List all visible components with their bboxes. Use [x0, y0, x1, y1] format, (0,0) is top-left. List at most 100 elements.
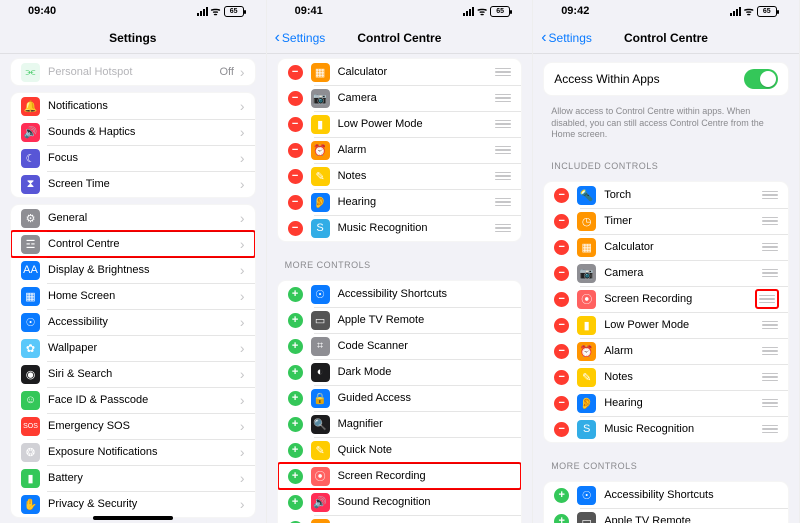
link-icon: ⫘ — [21, 63, 40, 82]
row-accessibility-shortcuts[interactable]: + ☉ Accessibility Shortcuts — [544, 482, 788, 508]
home-indicator[interactable] — [93, 516, 173, 520]
remove-button[interactable]: − — [554, 318, 569, 333]
remove-button[interactable]: − — [288, 169, 303, 184]
row-notifications[interactable]: 🔔 Notifications › — [11, 93, 255, 119]
row-control-centre[interactable]: ☲ Control Centre › — [11, 231, 255, 257]
row-music-recognition[interactable]: − S Music Recognition — [278, 215, 522, 241]
row-camera[interactable]: − 📷 Camera — [278, 85, 522, 111]
toggle-access-within-apps[interactable] — [744, 69, 778, 89]
add-button[interactable]: + — [288, 365, 303, 380]
drag-handle-icon[interactable] — [762, 319, 778, 331]
row-siri-search[interactable]: ◉ Siri & Search › — [11, 361, 255, 387]
row-display-brightness[interactable]: AA Display & Brightness › — [11, 257, 255, 283]
add-button[interactable]: + — [288, 391, 303, 406]
add-button[interactable]: + — [288, 417, 303, 432]
row-timer[interactable]: − ◷ Timer — [544, 208, 788, 234]
add-button[interactable]: + — [288, 495, 303, 510]
remove-button[interactable]: − — [288, 91, 303, 106]
add-button[interactable]: + — [288, 287, 303, 302]
drag-handle-icon[interactable] — [762, 397, 778, 409]
drag-handle-icon[interactable] — [495, 196, 511, 208]
row-screen-recording[interactable]: − ⦿ Screen Recording — [544, 286, 788, 312]
row-apple-tv-remote[interactable]: + ▭ Apple TV Remote — [544, 508, 788, 523]
row-alarm[interactable]: − ⏰ Alarm — [544, 338, 788, 364]
drag-handle-icon[interactable] — [756, 290, 778, 308]
remove-button[interactable]: − — [554, 292, 569, 307]
row-music-recognition[interactable]: − S Music Recognition — [544, 416, 788, 442]
row-notes[interactable]: − ✎ Notes — [278, 163, 522, 189]
drag-handle-icon[interactable] — [495, 170, 511, 182]
row-low-power-mode[interactable]: − ▮ Low Power Mode — [544, 312, 788, 338]
add-button[interactable]: + — [554, 488, 569, 503]
row-camera[interactable]: − 📷 Camera — [544, 260, 788, 286]
row-exposure-notifications[interactable]: ❂ Exposure Notifications › — [11, 439, 255, 465]
drag-handle-icon[interactable] — [762, 241, 778, 253]
drag-handle-icon[interactable] — [762, 189, 778, 201]
drag-handle-icon[interactable] — [762, 345, 778, 357]
drag-handle-icon[interactable] — [762, 215, 778, 227]
drag-handle-icon[interactable] — [762, 423, 778, 435]
row-alarm[interactable]: − ⏰ Alarm — [278, 137, 522, 163]
remove-button[interactable]: − — [554, 214, 569, 229]
remove-button[interactable]: − — [288, 221, 303, 236]
row-focus[interactable]: ☾ Focus › — [11, 145, 255, 171]
remove-button[interactable]: − — [554, 422, 569, 437]
drag-handle-icon[interactable] — [495, 118, 511, 130]
row-code-scanner[interactable]: + ⌗ Code Scanner — [278, 333, 522, 359]
row-face-id-passcode[interactable]: ☺︎ Face ID & Passcode › — [11, 387, 255, 413]
remove-button[interactable]: − — [288, 143, 303, 158]
row-dark-mode[interactable]: + ◐ Dark Mode — [278, 359, 522, 385]
add-button[interactable]: + — [288, 443, 303, 458]
row-emergency-sos[interactable]: SOS Emergency SOS › — [11, 413, 255, 439]
row-general[interactable]: ⚙︎ General › — [11, 205, 255, 231]
drag-handle-icon[interactable] — [495, 222, 511, 234]
add-button[interactable]: + — [288, 339, 303, 354]
row-torch[interactable]: − 🔦 Torch — [544, 182, 788, 208]
add-button[interactable]: + — [288, 313, 303, 328]
row-notes[interactable]: − ✎ Notes — [544, 364, 788, 390]
drag-handle-icon[interactable] — [495, 92, 511, 104]
row-battery[interactable]: ▮ Battery › — [11, 465, 255, 491]
add-button[interactable]: + — [554, 514, 569, 523]
row-home-screen[interactable]: ▦ Home Screen › — [11, 283, 255, 309]
drag-handle-icon[interactable] — [762, 371, 778, 383]
remove-button[interactable]: − — [554, 370, 569, 385]
row-personal-hotspot[interactable]: ⫘ Personal Hotspot Off › — [11, 59, 255, 85]
row-sound-recognition[interactable]: + 🔊 Sound Recognition — [278, 489, 522, 515]
row-wallpaper[interactable]: ✿ Wallpaper › — [11, 335, 255, 361]
back-button[interactable]: ‹ Settings — [275, 30, 326, 46]
row-screen-time[interactable]: ⧗ Screen Time › — [11, 171, 255, 197]
row-accessibility-shortcuts[interactable]: + ☉ Accessibility Shortcuts — [278, 281, 522, 307]
row-hearing[interactable]: − 👂 Hearing — [544, 390, 788, 416]
row-screen-recording[interactable]: + ⦿ Screen Recording — [278, 463, 522, 489]
row-sounds-haptics[interactable]: 🔊 Sounds & Haptics › — [11, 119, 255, 145]
row-apple-tv-remote[interactable]: + ▭ Apple TV Remote — [278, 307, 522, 333]
row-low-power-mode[interactable]: − ▮ Low Power Mode — [278, 111, 522, 137]
row-hearing[interactable]: − 👂 Hearing — [278, 189, 522, 215]
remove-button[interactable]: − — [288, 195, 303, 210]
drag-handle-icon[interactable] — [495, 144, 511, 156]
row-privacy-security[interactable]: ✋ Privacy & Security › — [11, 491, 255, 517]
remove-button[interactable]: − — [288, 117, 303, 132]
remove-button[interactable]: − — [554, 396, 569, 411]
row-accessibility[interactable]: ☉ Accessibility › — [11, 309, 255, 335]
remove-button[interactable]: − — [554, 266, 569, 281]
drag-handle-icon[interactable] — [495, 66, 511, 78]
back-button[interactable]: ‹ Settings — [541, 30, 592, 46]
row-quick-note[interactable]: + ✎ Quick Note — [278, 437, 522, 463]
page-title: Settings — [109, 31, 156, 45]
row-stopwatch[interactable]: + ◷ Stopwatch — [278, 515, 522, 523]
row-access-within-apps[interactable]: Access Within Apps — [544, 63, 788, 95]
add-button[interactable]: + — [288, 469, 303, 484]
remove-button[interactable]: − — [554, 188, 569, 203]
row-calculator[interactable]: − ▦ Calculator — [544, 234, 788, 260]
remove-button[interactable]: − — [554, 240, 569, 255]
remove-button[interactable]: − — [288, 65, 303, 80]
row-label: Home Screen — [48, 290, 238, 302]
row-guided-access[interactable]: + 🔒 Guided Access — [278, 385, 522, 411]
row-magnifier[interactable]: + 🔍 Magnifier — [278, 411, 522, 437]
chevron-right-icon: › — [240, 470, 245, 486]
row-calculator[interactable]: − ▦ Calculator — [278, 59, 522, 85]
drag-handle-icon[interactable] — [762, 267, 778, 279]
remove-button[interactable]: − — [554, 344, 569, 359]
